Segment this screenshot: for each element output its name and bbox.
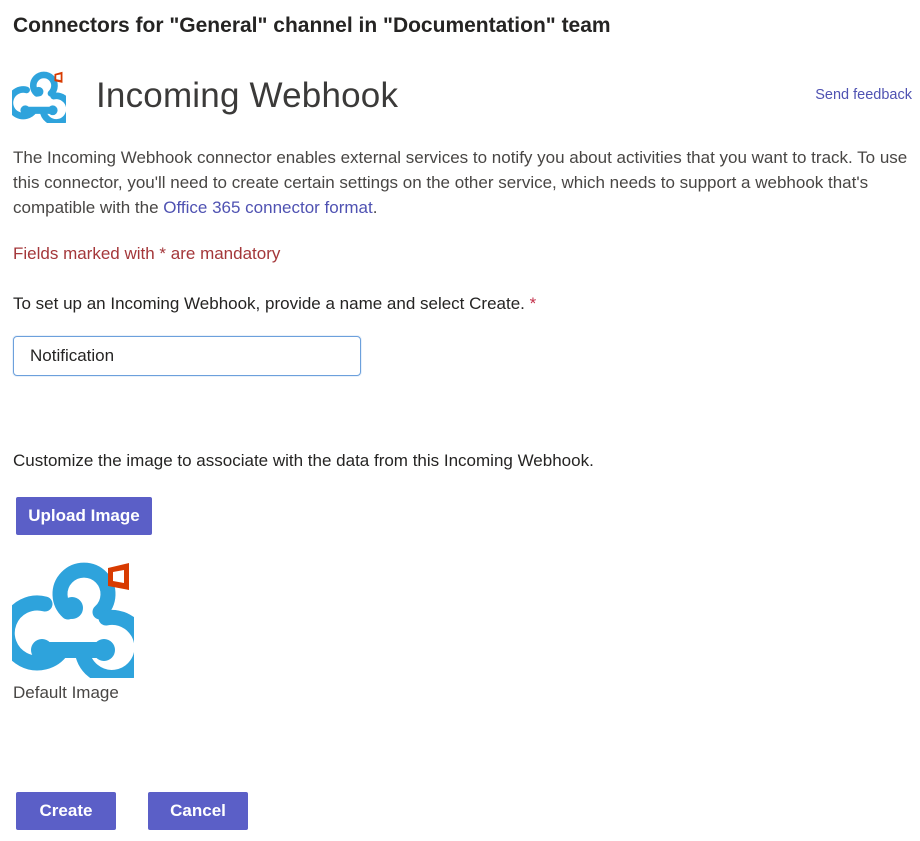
connector-name: Incoming Webhook (96, 76, 399, 115)
mandatory-note: Fields marked with * are mandatory (13, 244, 281, 263)
send-feedback-link[interactable]: Send feedback (815, 87, 912, 103)
description-text: The Incoming Webhook connector enables e… (13, 148, 908, 217)
default-image (0, 562, 150, 685)
webhook-name-input[interactable] (13, 336, 361, 376)
setup-label: To set up an Incoming Webhook, provide a… (13, 294, 536, 314)
description-end: . (372, 198, 378, 217)
default-image-caption: Default Image (13, 683, 119, 702)
cancel-button[interactable]: Cancel (148, 792, 248, 830)
upload-image-button[interactable]: Upload Image (16, 497, 152, 535)
customize-image-label: Customize the image to associate with th… (13, 451, 594, 470)
create-button[interactable]: Create (16, 792, 116, 830)
connector-description: The Incoming Webhook connector enables e… (13, 145, 911, 220)
required-mark: * (529, 294, 537, 313)
office-icon (54, 71, 63, 83)
office-365-connector-format-link[interactable]: Office 365 connector format (163, 198, 372, 217)
webhook-icon (6, 71, 73, 126)
office-icon (108, 563, 129, 590)
setup-label-text: To set up an Incoming Webhook, provide a… (13, 294, 525, 313)
dialog-title: Connectors for "General" channel in "Doc… (13, 14, 611, 37)
webhook-icon (0, 562, 150, 685)
